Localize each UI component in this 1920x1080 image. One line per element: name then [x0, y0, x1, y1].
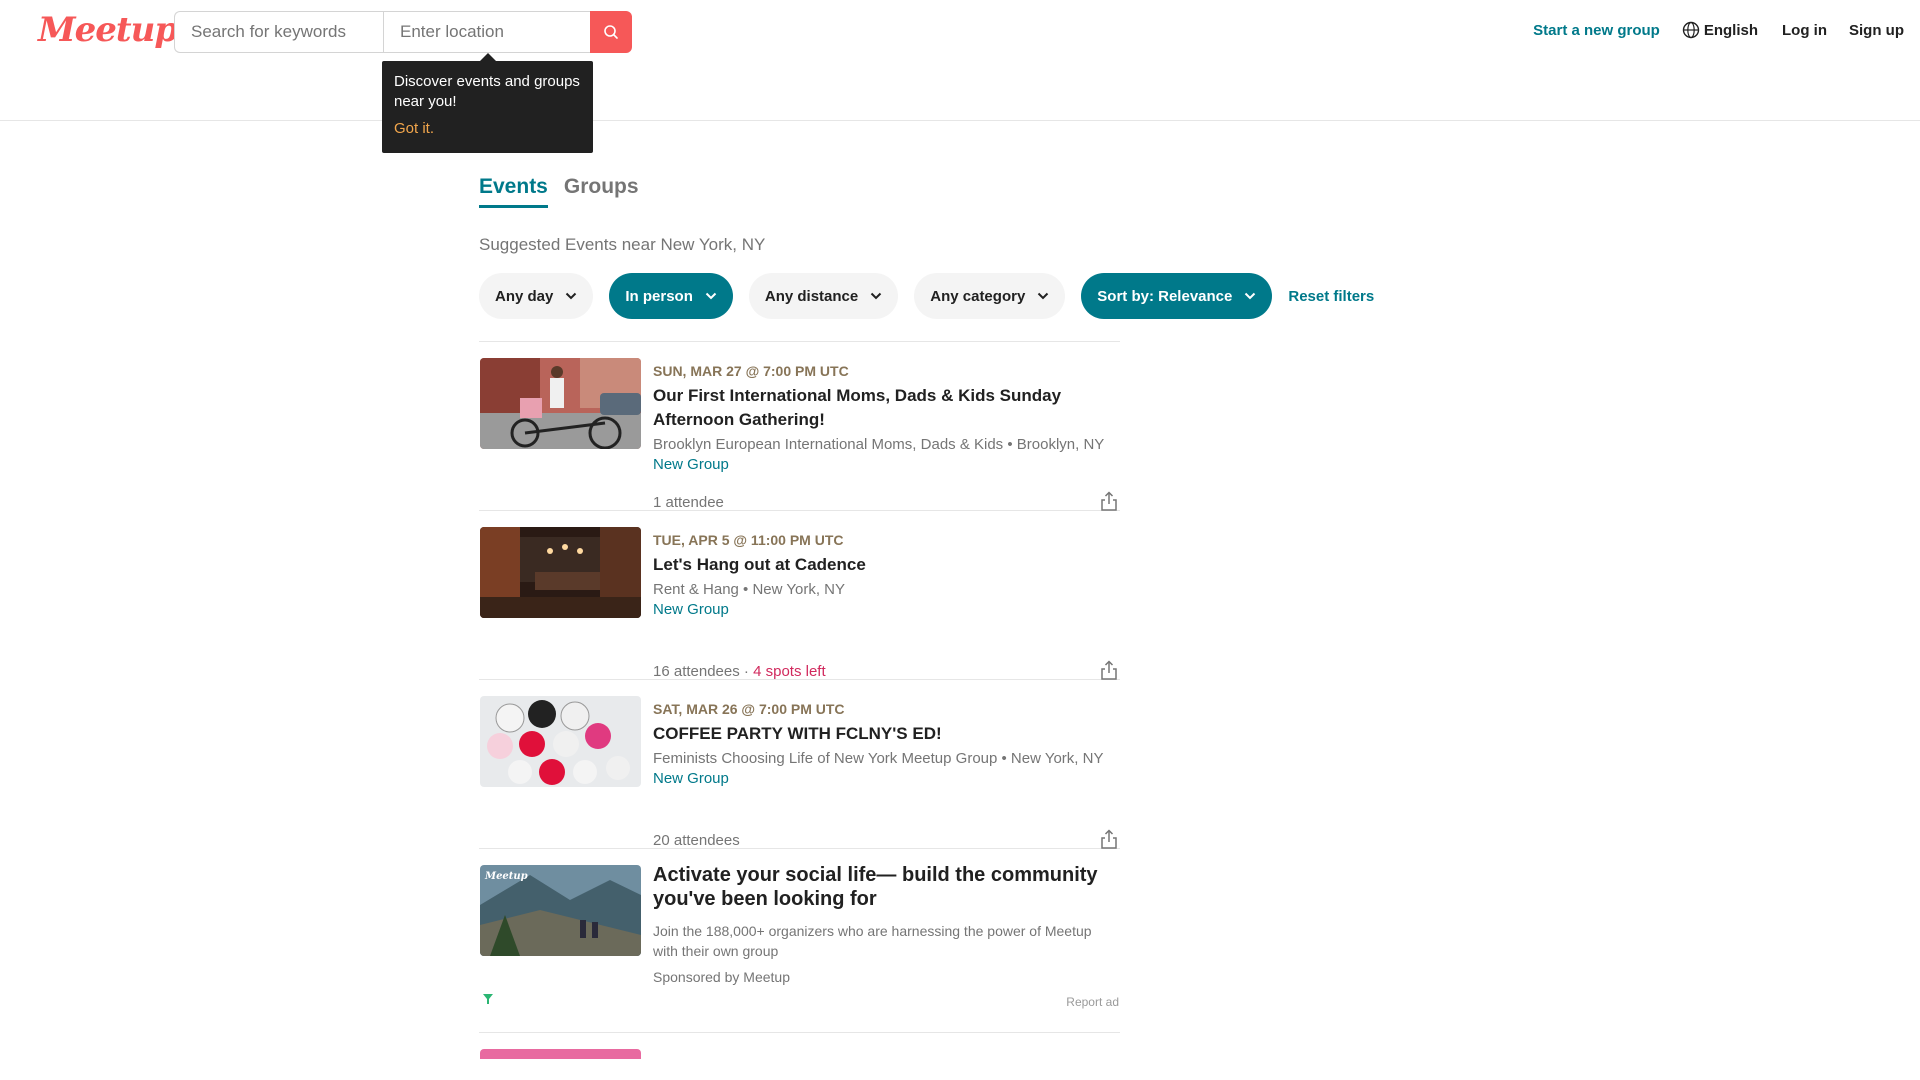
reset-filters-link[interactable]: Reset filters — [1288, 288, 1374, 305]
filter-mode[interactable]: In person — [609, 273, 733, 319]
event-card-partial[interactable] — [479, 1033, 1120, 1059]
tab-groups[interactable]: Groups — [564, 175, 639, 208]
location-input[interactable] — [383, 11, 590, 53]
event-attendees: 16 attendees · 4 spots left — [653, 663, 826, 680]
sort-selector[interactable]: Sort by: Relevance — [1081, 273, 1273, 319]
filter-mode-label: In person — [625, 287, 693, 305]
chevron-down-icon — [1038, 292, 1049, 300]
search-icon — [604, 25, 618, 39]
filter-day[interactable]: Any day — [479, 273, 594, 319]
location-tooltip: Discover events and groups near you! Got… — [382, 53, 593, 153]
filter-distance-label: Any distance — [764, 287, 859, 305]
sponsored-ad[interactable]: Meetup Activate your social life— build … — [479, 849, 1120, 1033]
attendee-count: 20 attendees — [653, 832, 740, 849]
tooltip-text: Discover events and groups near you! — [394, 73, 580, 110]
new-group-badge: New Group — [653, 456, 729, 473]
separator-dot: · — [743, 663, 754, 680]
event-title[interactable]: COFFEE PARTY WITH FCLNY'S ED! — [653, 722, 1117, 746]
search-bar — [174, 11, 632, 53]
event-date: SAT, MAR 26 @ 7:00 PM UTC — [653, 701, 845, 717]
event-image[interactable] — [480, 527, 641, 618]
event-attendees: 20 attendees — [653, 832, 740, 849]
chevron-down-icon — [566, 292, 577, 300]
share-icon — [1101, 660, 1117, 680]
event-group: Brooklyn European International Moms, Da… — [653, 436, 1105, 453]
ad-description: Join the 188,000+ organizers who are har… — [653, 923, 1092, 959]
event-info: SUN, MAR 27 @ 7:00 PM UTC Our First Inte… — [653, 363, 1117, 473]
filter-category-label: Any category — [930, 287, 1026, 305]
login-link[interactable]: Log in — [1782, 22, 1827, 39]
meetup-logo[interactable]: Meetup — [38, 10, 178, 50]
filter-bar: Any day In person Any distance Any categ… — [479, 273, 1374, 319]
event-image-partial — [480, 1049, 641, 1059]
report-ad-link[interactable]: Report ad — [1066, 995, 1119, 1009]
filter-distance[interactable]: Any distance — [748, 273, 899, 319]
attendee-count: 16 attendees — [653, 663, 740, 680]
event-card[interactable]: TUE, APR 5 @ 11:00 PM UTC Let's Hang out… — [479, 511, 1120, 680]
search-button[interactable] — [590, 11, 632, 53]
event-image[interactable] — [480, 358, 641, 449]
ad-title[interactable]: Activate your social life— build the com… — [653, 863, 1117, 911]
event-info: TUE, APR 5 @ 11:00 PM UTC Let's Hang out… — [653, 532, 1117, 618]
event-card[interactable]: SUN, MAR 27 @ 7:00 PM UTC Our First Inte… — [479, 342, 1120, 511]
language-label: English — [1703, 21, 1758, 39]
signup-link[interactable]: Sign up — [1849, 22, 1904, 39]
globe-icon — [1682, 21, 1700, 39]
event-date: SUN, MAR 27 @ 7:00 PM UTC — [653, 363, 849, 379]
event-date: TUE, APR 5 @ 11:00 PM UTC — [653, 532, 844, 548]
sort-label: Sort by: Relevance — [1097, 287, 1233, 305]
event-image[interactable] — [480, 696, 641, 787]
filter-category[interactable]: Any category — [914, 273, 1066, 319]
chevron-down-icon — [705, 292, 717, 300]
event-title[interactable]: Our First International Moms, Dads & Kid… — [653, 384, 1117, 432]
event-group: Feminists Choosing Life of New York Meet… — [653, 750, 1104, 767]
event-card[interactable]: SAT, MAR 26 @ 7:00 PM UTC COFFEE PARTY W… — [479, 680, 1120, 849]
filter-day-label: Any day — [495, 287, 554, 305]
tab-events[interactable]: Events — [479, 175, 548, 208]
start-new-group-link[interactable]: Start a new group — [1533, 22, 1660, 39]
language-selector[interactable]: English — [1682, 21, 1758, 39]
share-icon — [1101, 491, 1117, 511]
header-nav: Start a new group English Log in Sign up — [1533, 21, 1904, 39]
chevron-down-icon — [1245, 292, 1256, 300]
adchoices-icon[interactable] — [482, 993, 494, 1005]
ad-image[interactable]: Meetup — [480, 865, 641, 956]
event-attendees: 1 attendee — [653, 494, 724, 511]
event-info: SAT, MAR 26 @ 7:00 PM UTC COFFEE PARTY W… — [653, 701, 1117, 787]
event-group: Rent & Hang • New York, NY — [653, 581, 846, 598]
event-list: SUN, MAR 27 @ 7:00 PM UTC Our First Inte… — [479, 341, 1120, 1059]
event-title[interactable]: Let's Hang out at Cadence — [653, 553, 1117, 577]
new-group-badge: New Group — [653, 770, 729, 787]
keyword-search-input[interactable] — [174, 11, 383, 53]
results-subtitle: Suggested Events near New York, NY — [479, 235, 766, 254]
spots-left: 4 spots left — [753, 663, 826, 680]
share-icon — [1101, 829, 1117, 849]
tooltip-got-it-button[interactable]: Got it. — [394, 119, 581, 139]
search-tabs: Events Groups — [479, 175, 655, 208]
ad-info: Activate your social life— build the com… — [653, 863, 1117, 985]
attendee-count: 1 attendee — [653, 494, 724, 511]
ad-sponsor: Sponsored by Meetup — [653, 969, 790, 985]
chevron-down-icon — [871, 292, 882, 300]
site-header: Meetup Start a new group English Log in … — [0, 0, 1920, 121]
new-group-badge: New Group — [653, 601, 729, 618]
ad-logo: Meetup — [484, 871, 528, 882]
